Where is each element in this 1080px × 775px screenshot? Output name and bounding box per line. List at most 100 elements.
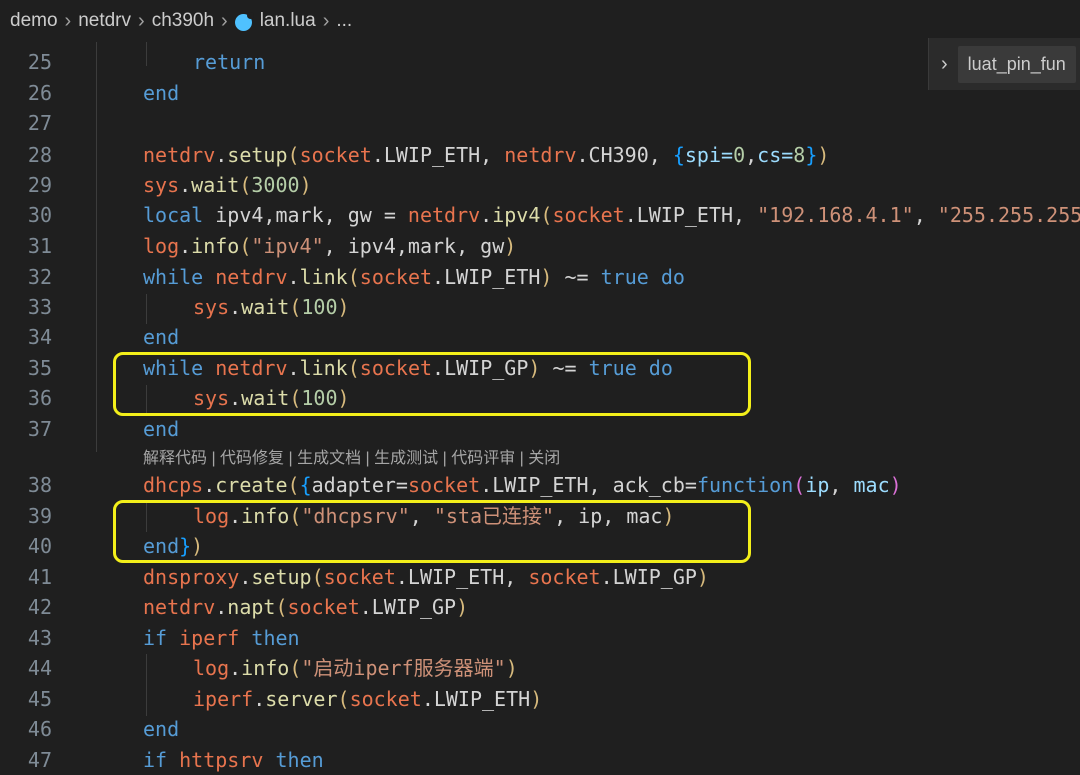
code-line[interactable]: 29 sys.wait(3000) <box>0 170 1080 200</box>
code-token: . <box>287 265 300 289</box>
breadcrumb: demo › netdrv › ch390h › lan.lua › ... <box>0 0 1080 42</box>
code-line[interactable]: 33 sys.wait(100) <box>0 292 1080 322</box>
code-editor[interactable]: 25 return 26 end 27 28 netdrv.setup(socket.LWI… <box>0 32 1080 775</box>
code-text: netdrv.napt(socket.LWIP_GP) <box>143 592 468 622</box>
outline-sticky-widget[interactable]: › luat_pin_fun <box>928 38 1080 90</box>
code-line[interactable]: 38 dhcps.create({adapter=socket.LWIP_ETH,… <box>0 470 1080 500</box>
code-text: end <box>143 414 179 444</box>
code-line[interactable]: 42 netdrv.napt(socket.LWIP_GP) <box>0 592 1080 622</box>
line-number: 36 <box>27 386 52 410</box>
code-line[interactable]: 46 end <box>0 714 1080 744</box>
breadcrumb-item-file[interactable]: lan.lua <box>260 10 316 32</box>
code-token: ( <box>793 473 806 497</box>
code-text: log.info("ipv4", ipv4,mark, gw) <box>143 231 516 261</box>
code-token: server <box>265 687 338 711</box>
code-token: dnsproxy <box>143 565 240 589</box>
code-token: .LWIP_ETH, ack_cb= <box>480 473 697 497</box>
line-number: 42 <box>27 595 52 619</box>
code-token: cs= <box>757 143 794 167</box>
code-token: socket <box>552 203 625 227</box>
code-token: ) <box>299 173 312 197</box>
code-line[interactable]: 45 iperf.server(socket.LWIP_ETH) <box>0 684 1080 714</box>
code-token: ( <box>287 143 300 167</box>
code-line[interactable]: 41 dnsproxy.setup(socket.LWIP_ETH, socket… <box>0 562 1080 592</box>
code-token: napt <box>227 595 276 619</box>
code-line[interactable]: 44 log.info("启动iperf服务器端") <box>0 653 1080 683</box>
code-token: .CH390, <box>576 143 673 167</box>
code-token: local <box>143 203 204 227</box>
code-token: ip <box>805 473 830 497</box>
code-token: setup <box>251 565 312 589</box>
code-line[interactable]: 43 if iperf then <box>0 623 1080 653</box>
code-line[interactable]: 30 local ipv4,mark, gw = netdrv.ipv4(sock… <box>0 200 1080 230</box>
line-number: 40 <box>27 534 52 558</box>
code-token: info <box>191 234 240 258</box>
code-text: dnsproxy.setup(socket.LWIP_ETH, socket.L… <box>143 562 709 592</box>
code-token: ( <box>287 473 300 497</box>
code-line[interactable]: 28 netdrv.setup(socket.LWIP_ETH, netdrv.C… <box>0 140 1080 170</box>
code-token: .LWIP_GP <box>600 565 697 589</box>
code-token: .LWIP_GP <box>359 595 457 619</box>
chevron-right-icon[interactable]: › <box>941 53 948 76</box>
highlight-box-link-gp <box>113 352 751 416</box>
code-token: iperf <box>179 626 240 650</box>
code-token: 0 <box>733 143 746 167</box>
code-token: "ipv4" <box>251 234 324 258</box>
highlight-box-dhcp-log <box>113 500 751 563</box>
code-token: . <box>229 656 242 680</box>
code-token: "启动iperf服务器端" <box>301 656 506 680</box>
outline-symbol-label[interactable]: luat_pin_fun <box>957 45 1076 83</box>
code-line[interactable]: 27 <box>0 108 1080 138</box>
line-number: 37 <box>27 417 52 441</box>
code-token: { <box>299 473 312 497</box>
code-token: create <box>215 473 288 497</box>
code-token: ) <box>817 143 830 167</box>
line-number: 43 <box>27 626 52 650</box>
code-token: . <box>179 234 192 258</box>
code-text: end <box>143 322 179 352</box>
code-token: true <box>600 265 649 289</box>
code-token: dhcps <box>143 473 204 497</box>
code-token: ( <box>311 565 324 589</box>
code-token: if <box>143 748 168 772</box>
code-line[interactable]: 26 end <box>0 78 1080 108</box>
code-token: .LWIP_ETH, <box>371 143 505 167</box>
code-token: } <box>805 143 818 167</box>
line-number: 45 <box>27 687 52 711</box>
line-number: 46 <box>27 717 52 741</box>
breadcrumb-item-ch390h[interactable]: ch390h <box>152 10 214 32</box>
code-token: ) <box>889 473 902 497</box>
code-token: ( <box>239 234 252 258</box>
code-line[interactable]: 47 if httpsrv then <box>0 745 1080 775</box>
code-line[interactable]: 32 while netdrv.link(socket.LWIP_ETH) ~= … <box>0 262 1080 292</box>
code-token: .LWIP_ETH <box>432 265 541 289</box>
chevron-right-icon: › <box>64 9 72 32</box>
code-line[interactable]: 31 log.info("ipv4", ipv4,mark, gw) <box>0 231 1080 261</box>
code-token: end <box>143 717 180 741</box>
code-token: .LWIP_ETH <box>421 687 531 711</box>
breadcrumb-item-netdrv[interactable]: netdrv <box>78 10 131 32</box>
code-token: . <box>480 203 493 227</box>
code-token: httpsrv <box>179 748 264 772</box>
code-token: ( <box>289 295 302 319</box>
code-token: end <box>143 417 180 441</box>
code-token: . <box>239 565 252 589</box>
breadcrumb-item-more[interactable]: ... <box>336 10 352 32</box>
code-token: 100 <box>301 295 338 319</box>
code-token: "192.168.4.1" <box>757 203 914 227</box>
code-line[interactable]: 34 end <box>0 322 1080 352</box>
code-line[interactable]: 25 return <box>0 47 1080 77</box>
code-line[interactable]: 37 end <box>0 414 1080 444</box>
code-token: , <box>745 143 758 167</box>
code-token: spi= <box>684 143 734 167</box>
code-lens-actions[interactable]: 解释代码 | 代码修复 | 生成文档 | 生成测试 | 代码评审 | 关闭 <box>143 446 560 472</box>
line-number: 31 <box>27 234 52 258</box>
code-token: iperf <box>193 687 254 711</box>
code-token: link <box>299 265 348 289</box>
code-token: { <box>672 143 685 167</box>
code-token: , <box>829 473 854 497</box>
code-text: sys.wait(100) <box>193 292 350 322</box>
breadcrumb-item-demo[interactable]: demo <box>10 10 58 32</box>
